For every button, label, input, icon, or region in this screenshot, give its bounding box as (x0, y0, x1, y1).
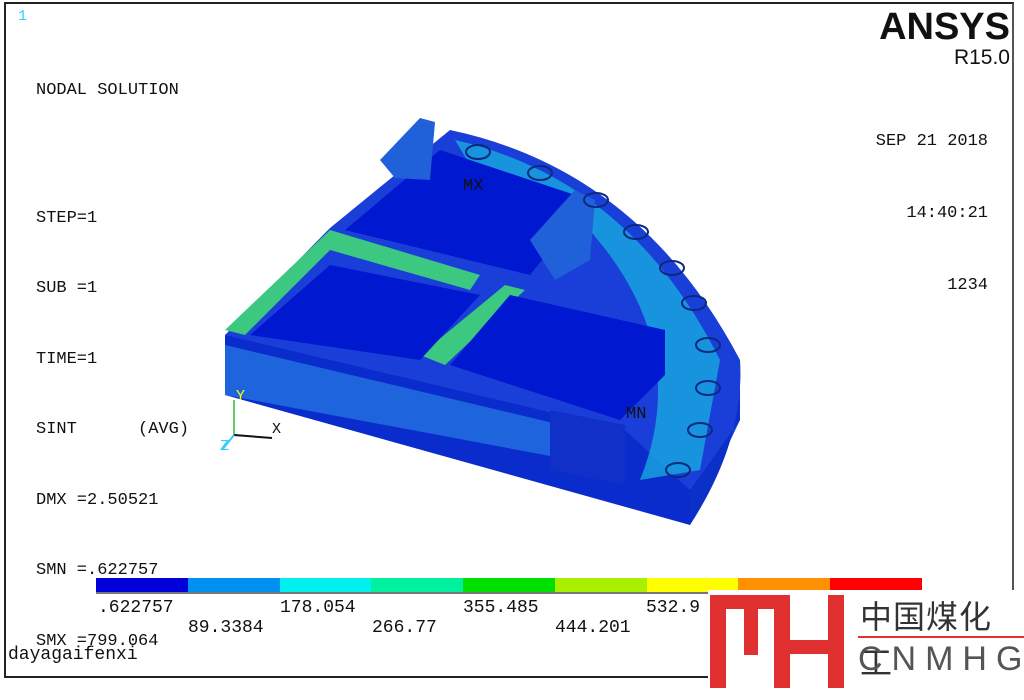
legend-label: 355.485 (463, 598, 539, 618)
plot-title: dayagaifenxi (8, 645, 138, 665)
axis-z-label: Z (220, 438, 229, 455)
legend-label: 178.054 (280, 598, 356, 618)
watermark-en: CNMHG (858, 640, 1024, 678)
legend-swatch (463, 578, 555, 592)
legend-swatch (554, 578, 647, 592)
legend-label: 89.3384 (188, 618, 264, 638)
legend-swatch (96, 578, 188, 592)
mh-logo-icon (710, 595, 844, 688)
legend-label: 532.9 (646, 598, 701, 618)
watermark-divider (858, 636, 1024, 638)
legend-swatch (279, 578, 372, 592)
legend-swatch (371, 578, 464, 592)
rib-back-left (380, 118, 435, 180)
legend-label: .622757 (98, 598, 174, 618)
axis-y-label: Y (236, 388, 245, 405)
min-marker: MN (626, 405, 646, 424)
axis-x-label: X (272, 421, 281, 438)
legend-swatch (187, 578, 280, 592)
max-marker: MX (463, 177, 483, 196)
legend-label: 266.77 (372, 618, 437, 638)
legend-label: 444.201 (555, 618, 631, 638)
watermark-logo: 中国煤化工 CNMHG (708, 590, 1024, 688)
